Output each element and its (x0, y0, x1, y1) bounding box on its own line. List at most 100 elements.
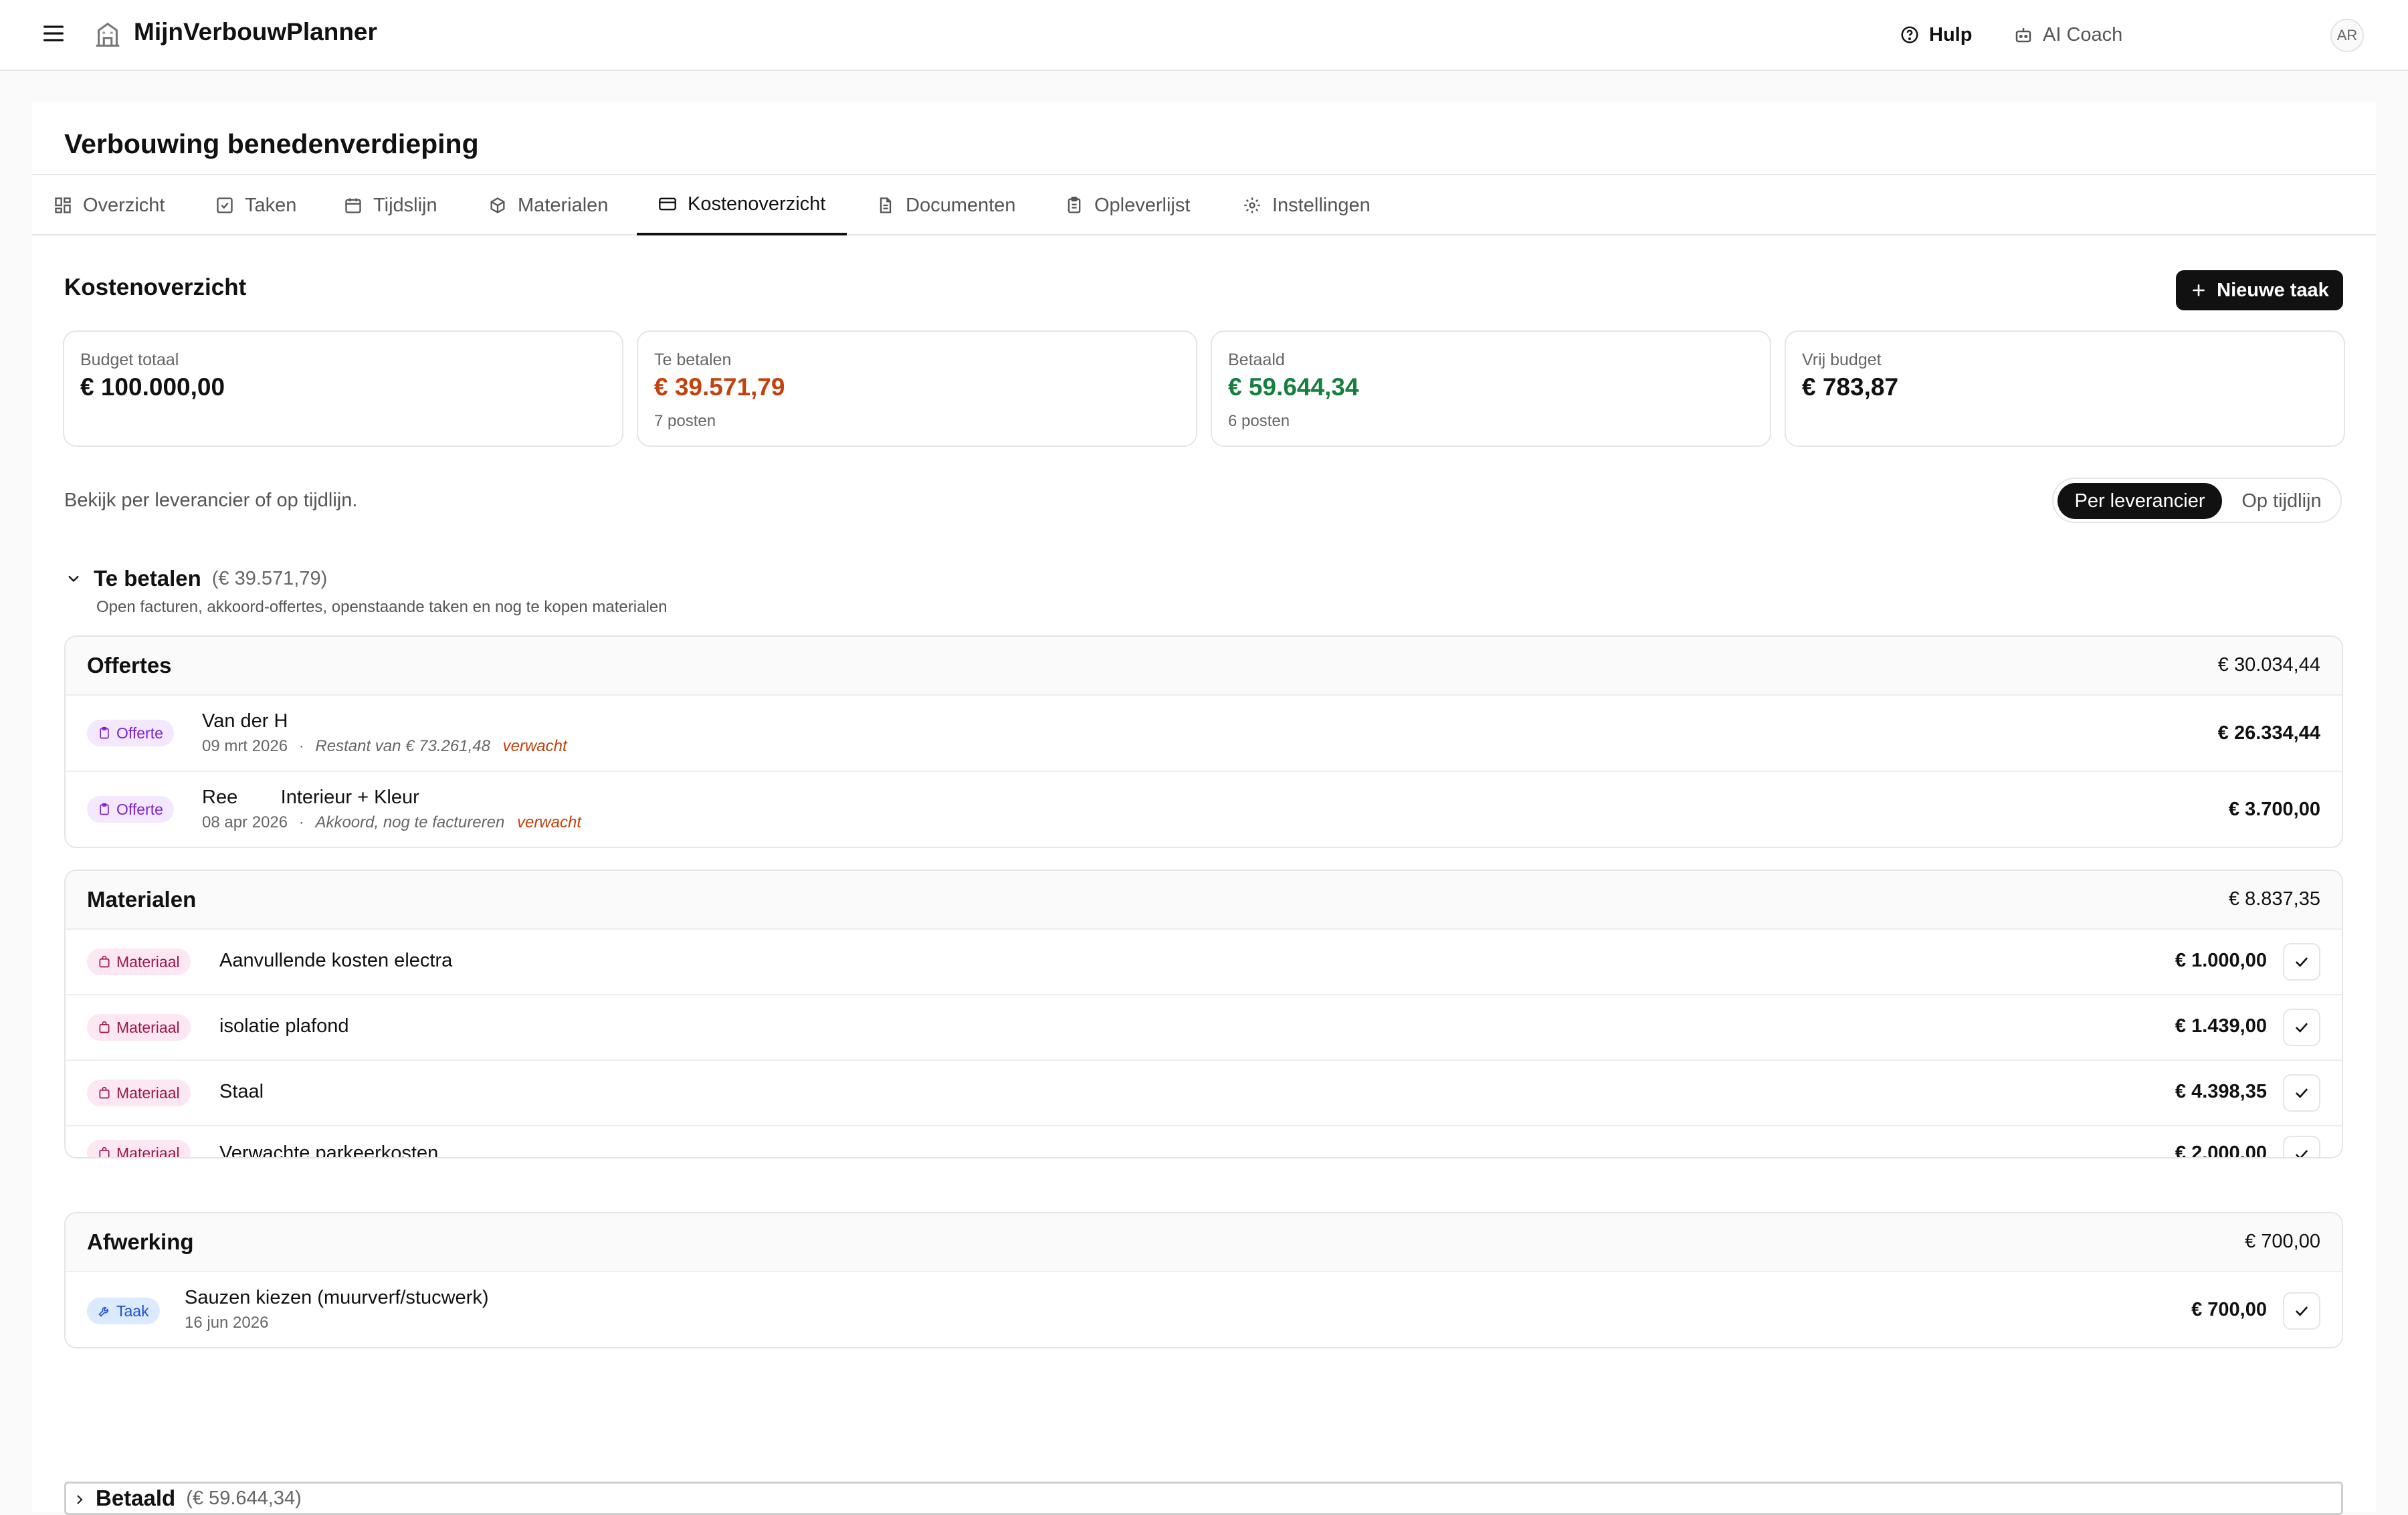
list-item[interactable]: Offerte Ree Interieur + Kleur 08 apr 202… (66, 771, 2342, 847)
group-name: Betaald (96, 1486, 176, 1510)
tab-opleverlijst[interactable]: Opleverlijst (1065, 175, 1190, 235)
row-title: Staal (219, 1081, 264, 1102)
row-subtitle: 09 mrt 2026 · Restant van € 73.261,48 ve… (202, 737, 567, 756)
mark-paid-button[interactable] (2283, 1136, 2320, 1157)
check-icon (2295, 957, 2308, 967)
list-item[interactable]: Materiaal Staal € 4.398,35 (66, 1059, 2342, 1125)
tab-label: Materialen (518, 194, 609, 216)
tab-bar: Overzicht Taken Tijdslijn Materialen Kos… (32, 174, 2376, 235)
avatar[interactable]: AR (2330, 19, 2364, 52)
mark-paid-button[interactable] (2283, 943, 2320, 981)
mark-paid-button[interactable] (2283, 1292, 2320, 1330)
row-amount: € 2.000,00 (2175, 1142, 2267, 1158)
document-icon (880, 197, 892, 213)
help-circle-icon (1901, 26, 1918, 43)
box-icon (490, 197, 505, 213)
stat-free-budget: Vrij budget € 783,87 (1785, 330, 2345, 447)
view-toggle: Per leverancier Op tijdlijn (2052, 478, 2342, 523)
badge-offerte: Offerte (87, 720, 174, 746)
group-total: (€ 59.644,34) (186, 1487, 302, 1509)
tab-instellingen[interactable]: Instellingen (1243, 175, 1371, 235)
panel-total: € 8.837,35 (2228, 888, 2320, 910)
tab-overzicht[interactable]: Overzicht (54, 175, 165, 235)
stat-label: Betaald (1228, 350, 1285, 369)
view-timeline[interactable]: Op tijdlijn (2226, 483, 2337, 519)
badge-materiaal: Materiaal (87, 1014, 191, 1041)
stat-value: € 783,87 (1802, 373, 1899, 401)
plus-icon (2193, 284, 2205, 296)
shopping-bag-icon (99, 1021, 110, 1033)
group-paid-toggle[interactable]: Betaald (€ 59.644,34) (64, 1482, 2343, 1515)
row-title: Verwachte parkeerkosten (219, 1142, 439, 1158)
badge-taak: Taak (87, 1298, 160, 1324)
group-name: Te betalen (94, 566, 201, 591)
help-label: Hulp (1929, 23, 1973, 45)
hamburger-menu-icon[interactable] (40, 20, 67, 47)
credit-card-icon (659, 197, 676, 211)
check-icon (2295, 1150, 2308, 1157)
mark-paid-button[interactable] (2283, 1009, 2320, 1046)
tab-materialen[interactable]: Materialen (488, 175, 608, 235)
stat-budget-total: Budget totaal € 100.000,00 (63, 330, 623, 447)
badge-label: Materiaal (116, 1018, 180, 1036)
stat-sub: 6 posten (1228, 412, 1290, 430)
badge-label: Offerte (116, 800, 163, 818)
app-title[interactable]: MijnVerbouwPlanner (134, 18, 377, 46)
view-per-supplier[interactable]: Per leverancier (2058, 483, 2222, 519)
mark-paid-button[interactable] (2283, 1074, 2320, 1112)
row-note: Restant van € 73.261,48 (315, 737, 490, 755)
tab-documenten[interactable]: Documenten (876, 175, 1015, 235)
stat-value: € 39.571,79 (654, 373, 785, 401)
stat-label: Vrij budget (1802, 350, 1882, 369)
calendar-icon (345, 198, 361, 213)
list-item[interactable]: Materiaal isolatie plafond € 1.439,00 (66, 994, 2342, 1059)
gear-icon (1244, 197, 1260, 213)
check-icon (2295, 1088, 2308, 1098)
stat-label: Budget totaal (80, 350, 179, 369)
tab-label: Documenten (906, 194, 1016, 216)
checkbox-icon (217, 197, 233, 213)
tab-kostenoverzicht[interactable]: Kostenoverzicht (637, 175, 847, 235)
ai-coach-button[interactable]: AI Coach (2013, 20, 2122, 49)
panel-total: € 700,00 (2245, 1231, 2320, 1252)
panel-afwerking: Afwerking € 700,00 Taak Sauzen kiezen (m… (64, 1212, 2343, 1348)
badge-label: Materiaal (116, 1144, 180, 1158)
row-date: 09 mrt 2026 (202, 737, 288, 755)
tab-label: Tijdslijn (373, 194, 437, 216)
group-to-pay-toggle[interactable]: Te betalen (€ 39.571,79) (64, 562, 327, 595)
panel-header: Offertes € 30.034,44 (66, 637, 2342, 694)
list-item[interactable]: Materiaal Aanvullende kosten electra € 1… (66, 928, 2342, 994)
stat-paid: Betaald € 59.644,34 6 posten (1211, 330, 1771, 447)
badge-materiaal: Materiaal (87, 1140, 191, 1158)
stat-label: Te betalen (654, 350, 732, 369)
panel-title: Offertes (87, 653, 172, 678)
tab-tijdslijn[interactable]: Tijdslijn (344, 175, 437, 235)
chevron-down-icon (68, 575, 79, 583)
badge-label: Materiaal (116, 1084, 180, 1102)
list-item[interactable]: Materiaal Verwachte parkeerkosten € 2.00… (66, 1125, 2342, 1158)
row-title: Ree Interieur + Kleur (202, 787, 419, 808)
row-title: Van der H (202, 710, 288, 732)
panel-title: Afwerking (87, 1229, 194, 1254)
list-item[interactable]: Taak Sauzen kiezen (muurverf/stucwerk) 1… (66, 1271, 2342, 1347)
shopping-bag-icon (99, 1146, 110, 1157)
project-title: Verbouwing benedenverdieping (64, 128, 479, 159)
row-separator: · (298, 737, 304, 755)
shopping-bag-icon (99, 955, 110, 968)
row-amount: € 700,00 (2191, 1299, 2267, 1320)
tab-label: Opleverlijst (1094, 194, 1191, 216)
chevron-right-icon (77, 1495, 83, 1504)
stat-sub: 7 posten (654, 412, 716, 430)
group-total: (€ 39.571,79) (211, 567, 328, 589)
help-button[interactable]: Hulp (1900, 20, 1972, 49)
list-item[interactable]: Offerte Van der H 09 mrt 2026 · Restant … (66, 694, 2342, 771)
new-task-label: Nieuwe taak (2217, 279, 2329, 301)
panel-header: Afwerking € 700,00 (66, 1213, 2342, 1271)
badge-label: Taak (116, 1302, 149, 1320)
row-date: 16 jun 2026 (185, 1314, 269, 1332)
badge-label: Offerte (116, 724, 163, 742)
new-task-button[interactable]: Nieuwe taak (2176, 270, 2343, 310)
tab-taken[interactable]: Taken (215, 175, 296, 235)
view-hint: Bekijk per leverancier of op tijdlijn. (64, 490, 358, 511)
row-status: verwacht (516, 813, 582, 831)
